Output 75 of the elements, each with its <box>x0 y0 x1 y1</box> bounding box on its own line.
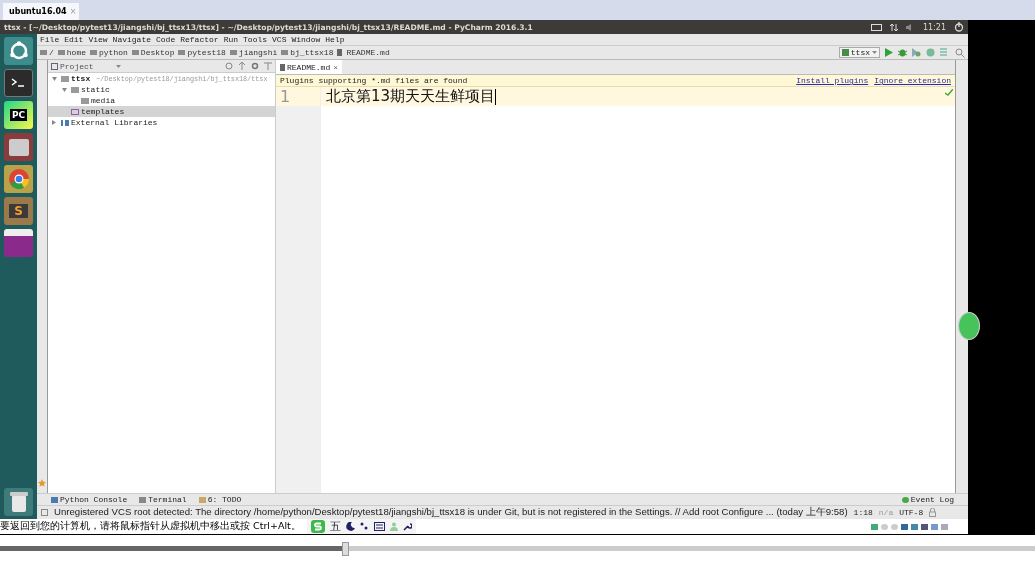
expand-arrow-icon[interactable] <box>52 76 57 81</box>
lock-icon[interactable] <box>929 508 937 517</box>
event-log-button[interactable]: Event Log <box>901 495 954 504</box>
breadcrumb[interactable]: home <box>57 48 86 57</box>
menu-item[interactable]: Navigate <box>112 35 151 44</box>
terminal-icon[interactable] <box>4 69 33 97</box>
network-icon <box>889 22 898 32</box>
trash-icon[interactable] <box>4 488 33 516</box>
menu-item[interactable]: Help <box>325 35 345 44</box>
search-icon[interactable] <box>955 47 965 58</box>
clock: 11:21 <box>922 22 946 32</box>
power-icon[interactable] <box>954 22 964 32</box>
status-message: Unregistered VCS root detected: The directory /home/python/Desktop/pytest18/jiangshi/bj_ttsx18 is under Git, but is not registered in the Settings. // Add root Configure ... (today 上午9:58) <box>54 506 848 519</box>
editor-tab[interactable]: README.md × <box>276 60 343 74</box>
menu-item[interactable]: File <box>40 35 60 44</box>
tool-window-button[interactable]: Python Console <box>51 495 128 504</box>
tree-item[interactable]: static <box>48 84 275 95</box>
vm-tab-label: ubuntu16.04 <box>9 7 67 16</box>
hide-icon[interactable] <box>264 62 272 70</box>
notification-link[interactable]: Ignore extension <box>874 76 951 85</box>
menu-item[interactable]: VCS <box>272 35 287 44</box>
app-window-icon[interactable] <box>4 229 33 257</box>
punctuation-icon[interactable] <box>359 522 369 531</box>
run-icon[interactable] <box>885 48 893 57</box>
breadcrumb[interactable]: bj_ttsx18 <box>281 48 334 57</box>
breadcrumb[interactable]: jiangshi <box>229 48 278 57</box>
input-mode[interactable]: 五 <box>329 519 341 534</box>
menu-item[interactable]: Refactor <box>180 35 219 44</box>
menu-item[interactable]: Tools <box>243 35 268 44</box>
profile-icon[interactable] <box>926 48 935 57</box>
caret-position[interactable]: 1:18 <box>853 508 873 517</box>
line-number: 1 <box>276 87 320 106</box>
pycharm-icon[interactable]: PC <box>4 101 33 129</box>
bug-icon[interactable] <box>898 48 907 57</box>
moon-icon[interactable] <box>345 522 355 531</box>
code-line: 北京第13期天天生鲜项目 <box>326 87 496 106</box>
dropdown-arrow-icon <box>872 51 877 54</box>
coverage-icon[interactable] <box>912 48 921 57</box>
breadcrumb[interactable]: pytest18 <box>178 48 226 57</box>
keyboard-icon[interactable] <box>373 522 385 531</box>
target-icon[interactable] <box>225 62 233 70</box>
vm-tab[interactable]: ubuntu16.04 × <box>3 3 79 20</box>
tree-item[interactable]: External Libraries <box>48 117 275 128</box>
run-config-dropdown[interactable]: ttsx <box>838 47 880 58</box>
notification-text: Plugins supporting *.md files are found <box>280 76 468 85</box>
dropdown-arrow-icon <box>115 64 121 68</box>
menu-item[interactable]: Edit <box>64 35 84 44</box>
check-icon <box>945 89 953 96</box>
notification-link[interactable]: Install plugins <box>796 76 869 85</box>
menu-item[interactable]: View <box>88 35 108 44</box>
keyboard-icon <box>870 23 882 31</box>
tree-item[interactable]: templates <box>48 106 275 117</box>
ubuntu-logo-icon[interactable] <box>4 37 33 65</box>
tool-window-button[interactable]: Terminal <box>139 495 187 504</box>
breadcrumb[interactable]: / <box>40 48 54 57</box>
star-icon[interactable] <box>38 479 46 487</box>
file-cabinet-icon[interactable] <box>4 133 33 161</box>
sogou-logo-icon[interactable] <box>310 520 325 533</box>
sublime-icon[interactable]: S <box>4 197 33 225</box>
menu-item[interactable]: Run <box>223 35 239 44</box>
chrome-icon[interactable] <box>4 165 33 193</box>
file-encoding[interactable]: UTF-8 <box>899 508 924 517</box>
vm-hint-text: 要返回到您的计算机，请将鼠标指针从虚拟机中移出或按 Ctrl+Alt。 <box>0 520 302 533</box>
collapse-icon[interactable] <box>238 62 246 70</box>
menu-item[interactable]: Code <box>156 35 176 44</box>
breadcrumb[interactable]: README.md <box>337 48 390 57</box>
menu-item[interactable]: Window <box>291 35 321 44</box>
tree-item[interactable]: media <box>48 95 275 106</box>
expand-arrow-icon[interactable] <box>62 87 67 92</box>
tool-window-button[interactable]: 6: TODO <box>198 495 242 504</box>
floating-ball-icon[interactable] <box>958 312 980 340</box>
expand-arrow-icon[interactable] <box>52 120 56 125</box>
settings-icon[interactable] <box>251 62 259 70</box>
breadcrumb[interactable]: python <box>90 48 128 57</box>
breadcrumb[interactable]: Desktop <box>131 48 175 57</box>
